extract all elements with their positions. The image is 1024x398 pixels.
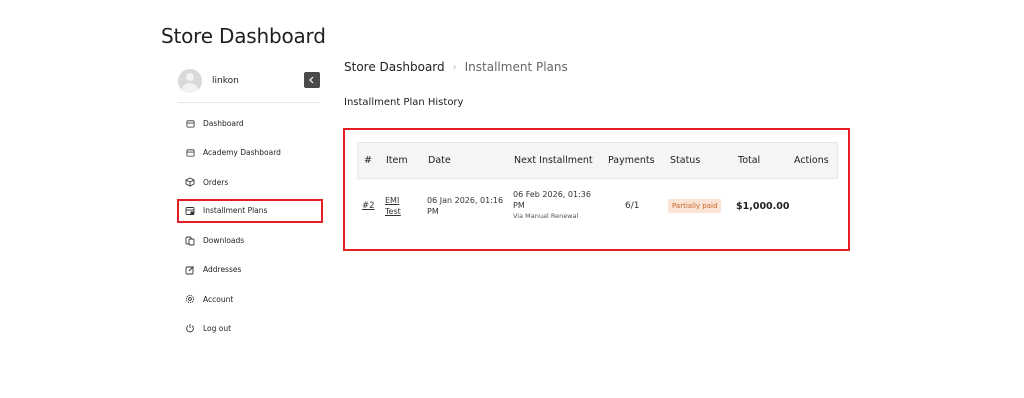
col-header-id: # (364, 155, 372, 166)
col-header-actions: Actions (794, 155, 829, 166)
col-header-item: Item (386, 155, 408, 166)
sidebar-item-logout[interactable]: Log out (178, 314, 322, 343)
page-title: Store Dashboard (161, 24, 326, 48)
status-badge: Partially paid (668, 199, 722, 213)
item-name-line1: EMI (385, 196, 400, 205)
table-row: #2 EMI Test 06 Jan 2026, 01:16 PM 06 Feb… (357, 179, 838, 241)
sidebar-item-label: Academy Dashboard (203, 148, 281, 158)
total-cell: $1,000.00 (736, 201, 790, 212)
sidebar-item-addresses[interactable]: Addresses (178, 255, 322, 284)
orders-icon (185, 177, 195, 187)
item-link[interactable]: EMI Test (385, 195, 401, 217)
order-id-link[interactable]: #2 (362, 201, 375, 212)
gear-icon (185, 294, 195, 304)
sidebar-divider (178, 102, 320, 103)
dashboard-icon (185, 119, 195, 129)
next-line2: PM (513, 201, 525, 210)
installment-table: # Item Date Next Installment Payments St… (357, 142, 838, 241)
academy-icon (185, 148, 195, 158)
sidebar-item-academy-dashboard[interactable]: Academy Dashboard (178, 138, 322, 167)
sidebar: linkon Dashboard Academy Dashboard Order… (177, 66, 323, 343)
power-icon (185, 323, 195, 333)
breadcrumb-current: Installment Plans (464, 60, 568, 74)
sidebar-item-label: Installment Plans (203, 206, 268, 216)
sidebar-item-label: Orders (203, 177, 229, 187)
installment-icon (185, 206, 195, 216)
col-header-date: Date (428, 155, 451, 166)
downloads-icon (185, 236, 195, 246)
item-name-line2: Test (385, 207, 401, 216)
username: linkon (212, 76, 239, 86)
sidebar-item-label: Downloads (203, 236, 245, 246)
avatar (178, 69, 202, 93)
sidebar-item-label: Account (203, 294, 234, 304)
col-header-status: Status (670, 155, 701, 166)
breadcrumb: Store Dashboard › Installment Plans (344, 60, 568, 74)
next-installment-cell: 06 Feb 2026, 01:36 PM Via Manual Renewal (513, 189, 591, 222)
next-note: Via Manual Renewal (513, 212, 579, 220)
sidebar-item-installment-plans[interactable]: Installment Plans (177, 198, 323, 223)
sidebar-item-label: Dashboard (203, 119, 244, 129)
breadcrumb-root[interactable]: Store Dashboard (344, 60, 445, 74)
sidebar-item-label: Log out (203, 323, 232, 333)
date-line1: 06 Jan 2026, 01:16 (427, 196, 504, 205)
date-line2: PM (427, 207, 439, 216)
date-cell: 06 Jan 2026, 01:16 PM (427, 195, 503, 217)
col-header-next-installment: Next Installment (514, 155, 593, 166)
payments-cell: 6/1 (625, 201, 640, 211)
sidebar-item-account[interactable]: Account (178, 284, 322, 313)
sidebar-item-downloads[interactable]: Downloads (178, 226, 322, 255)
next-line1: 06 Feb 2026, 01:36 (513, 190, 591, 199)
sidebar-item-orders[interactable]: Orders (178, 168, 322, 197)
chevron-left-icon (309, 76, 314, 84)
sidebar-nav: Dashboard Academy Dashboard Orders Insta… (177, 109, 323, 343)
collapse-sidebar-button[interactable] (304, 72, 320, 88)
col-header-payments: Payments (608, 155, 655, 166)
table-header: # Item Date Next Installment Payments St… (357, 142, 838, 179)
section-title: Installment Plan History (344, 97, 464, 108)
breadcrumb-separator-icon: › (452, 61, 457, 73)
user-row: linkon (178, 66, 322, 96)
sidebar-item-dashboard[interactable]: Dashboard (178, 109, 322, 138)
sidebar-item-label: Addresses (203, 265, 242, 275)
col-header-total: Total (738, 155, 761, 166)
addresses-icon (185, 265, 195, 275)
